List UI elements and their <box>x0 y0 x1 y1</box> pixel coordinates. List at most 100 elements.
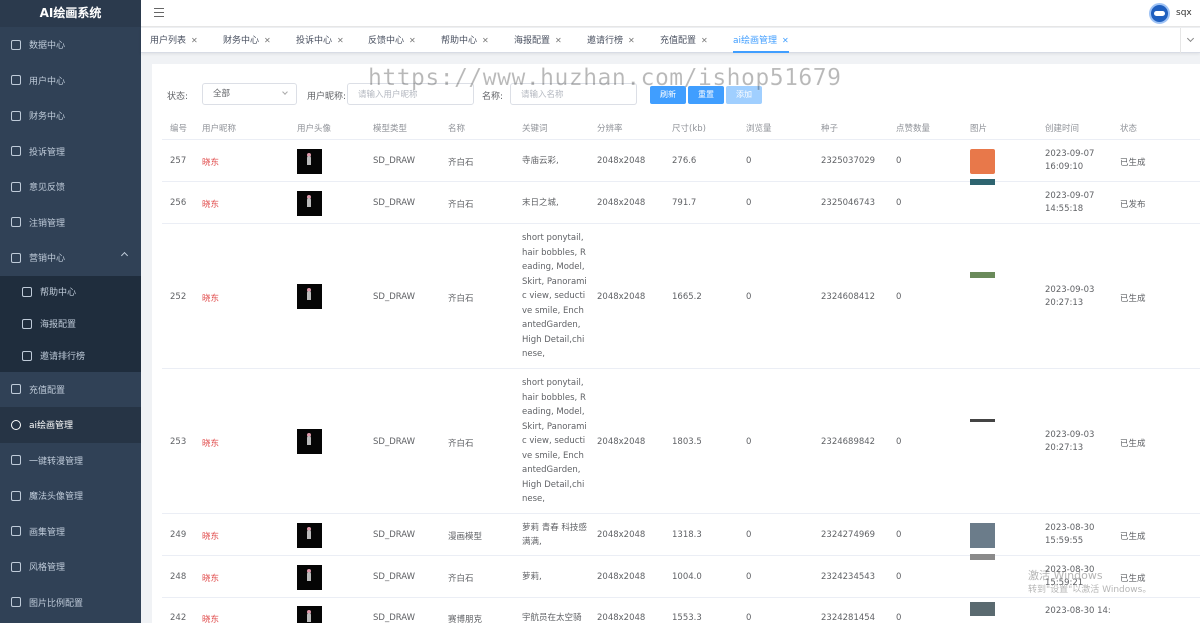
chevron-up-icon <box>120 251 129 260</box>
tab-complaint[interactable]: 投诉中心 ✕ <box>296 28 344 53</box>
col-name[interactable]: 名称 <box>448 122 465 134</box>
thumbnail-image[interactable] <box>970 522 995 548</box>
cell-nickname: 晓东 <box>202 574 220 584</box>
col-seed[interactable]: 种子 <box>821 122 838 134</box>
sidebar-item-help-center[interactable]: 帮助中心 <box>0 276 141 308</box>
sidebar-item-comic-convert[interactable]: 一键转漫管理 <box>0 443 141 479</box>
avatar[interactable] <box>297 605 322 623</box>
sidebar-item-user-center[interactable]: 用户中心 <box>0 63 141 99</box>
sidebar-item-label: 充值配置 <box>29 385 66 396</box>
avatar[interactable] <box>297 148 322 174</box>
cell-id: 242 <box>170 613 187 623</box>
close-icon[interactable]: ✕ <box>782 36 789 45</box>
cell-likes: 0 <box>896 198 902 208</box>
cell-nickname: 晓东 <box>202 532 220 542</box>
sidebar-item-feedback[interactable]: 意见反馈 <box>0 169 141 205</box>
sidebar-item-label: 帮助中心 <box>40 288 77 298</box>
col-status[interactable]: 状态 <box>1120 122 1137 134</box>
avatar[interactable] <box>1149 3 1170 24</box>
sidebar-item-ai-painting[interactable]: ai绘画管理 <box>0 407 141 443</box>
cell-likes: 0 <box>896 613 902 623</box>
tab-label: 用户列表 <box>150 36 187 46</box>
thumbnail-image[interactable] <box>970 419 995 422</box>
main-panel: 状态: 全部 用户昵称: 名称: 刷新 重置 添加 https://www.hu… <box>152 64 1200 623</box>
cell-seed: 2324608412 <box>821 291 876 302</box>
col-likes[interactable]: 点赞数量 <box>896 122 930 134</box>
tab-poster[interactable]: 海报配置 ✕ <box>514 28 562 53</box>
thumbnail-image[interactable] <box>970 601 995 616</box>
cell-likes: 0 <box>896 436 902 447</box>
sidebar-item-aspect-ratio[interactable]: 图片比例配置 <box>0 585 141 621</box>
avatar[interactable] <box>297 190 322 216</box>
close-icon[interactable]: ✕ <box>555 36 562 45</box>
avatar[interactable] <box>297 522 322 548</box>
col-nickname[interactable]: 用户昵称 <box>202 122 236 134</box>
col-avatar[interactable]: 用户头像 <box>297 122 331 134</box>
cell-seed: 2324689842 <box>821 436 876 447</box>
sidebar-item-data-center[interactable]: 数据中心 <box>0 27 141 63</box>
cell-model: SD_DRAW <box>373 156 416 166</box>
close-icon[interactable]: ✕ <box>191 36 198 45</box>
tab-invite[interactable]: 邀请行榜 ✕ <box>587 28 635 53</box>
sidebar-item-magic-avatar[interactable]: 魔法头像管理 <box>0 478 141 514</box>
col-keywords[interactable]: 关键词 <box>522 122 548 134</box>
sidebar-item-marketing[interactable]: 营销中心 <box>0 240 141 276</box>
avatar[interactable] <box>297 284 322 309</box>
dashboard-icon <box>11 39 21 50</box>
col-image[interactable]: 图片 <box>970 122 987 134</box>
status-select[interactable]: 全部 <box>202 83 297 105</box>
avatar[interactable] <box>297 564 322 590</box>
close-icon[interactable]: ✕ <box>264 36 271 45</box>
col-size[interactable]: 尺寸(kb) <box>672 122 706 134</box>
thumbnail-image[interactable] <box>970 553 995 560</box>
sidebar-item-complaints[interactable]: 投诉管理 <box>0 134 141 170</box>
sidebar-item-poster-config[interactable]: 海报配置 <box>0 308 141 340</box>
sidebar-item-deregistration[interactable]: 注销管理 <box>0 205 141 241</box>
cell-id: 253 <box>170 436 187 447</box>
status-label: 状态: <box>167 92 189 102</box>
sidebar-item-invite-ranking[interactable]: 邀请排行榜 <box>0 340 141 372</box>
sidebar-item-recharge-config[interactable]: 充值配置 <box>0 372 141 408</box>
close-icon[interactable]: ✕ <box>482 36 489 45</box>
col-model[interactable]: 模型类型 <box>373 122 407 134</box>
close-icon[interactable]: ✕ <box>337 36 344 45</box>
tab-ai-painting[interactable]: ai绘画管理 ✕ <box>733 28 789 53</box>
cell-nickname: 晓东 <box>202 615 220 623</box>
tab-user-list[interactable]: 用户列表 ✕ <box>150 28 198 53</box>
table-row: 256 晓东 SD_DRAW 齐白石 2048x2048 791.7 0 2325046743… <box>162 178 1200 224</box>
cell-name: 齐白石 <box>448 438 474 449</box>
sidebar-item-label: 一键转漫管理 <box>29 456 84 467</box>
username[interactable]: sqx <box>1176 8 1192 18</box>
cell-model: SD_DRAW <box>373 572 416 582</box>
cell-views: 0 <box>746 613 752 623</box>
close-icon[interactable]: ✕ <box>409 36 416 45</box>
hamburger-icon[interactable] <box>154 8 164 17</box>
avatar[interactable] <box>297 429 322 454</box>
col-resolution[interactable]: 分辨率 <box>597 122 623 134</box>
cell-seed: 2324274969 <box>821 530 876 540</box>
sidebar-item-finance[interactable]: 财务中心 <box>0 98 141 134</box>
tab-help[interactable]: 帮助中心 ✕ <box>441 28 489 53</box>
col-views[interactable]: 浏览量 <box>746 122 772 134</box>
tab-feedback[interactable]: 反馈中心 ✕ <box>368 28 416 53</box>
close-icon[interactable]: ✕ <box>628 36 635 45</box>
sidebar-item-label: 海报配置 <box>40 320 77 330</box>
thumbnail-image[interactable] <box>970 272 995 278</box>
tab-finance[interactable]: 财务中心 ✕ <box>223 28 271 53</box>
col-created[interactable]: 创建时间 <box>1045 122 1079 134</box>
marketing-icon <box>11 252 21 263</box>
cell-created-time: 2023-08-30 14: <box>1045 606 1111 616</box>
tab-label: 充值配置 <box>660 36 697 46</box>
cell-status: 已生成 <box>1120 293 1146 304</box>
close-icon[interactable]: ✕ <box>701 36 708 45</box>
sidebar-item-style[interactable]: 风格管理 <box>0 549 141 585</box>
tab-recharge[interactable]: 充值配置 ✕ <box>660 28 708 53</box>
thumbnail-image[interactable] <box>970 148 995 174</box>
cell-keywords: 末日之城, <box>522 197 559 208</box>
cell-views: 0 <box>746 291 752 302</box>
thumbnail-image[interactable] <box>970 178 995 185</box>
col-id[interactable]: 编号 <box>170 122 187 134</box>
chevron-down-icon[interactable] <box>1180 28 1200 53</box>
sidebar-item-collection[interactable]: 画集管理 <box>0 514 141 550</box>
cell-model: SD_DRAW <box>373 291 416 302</box>
